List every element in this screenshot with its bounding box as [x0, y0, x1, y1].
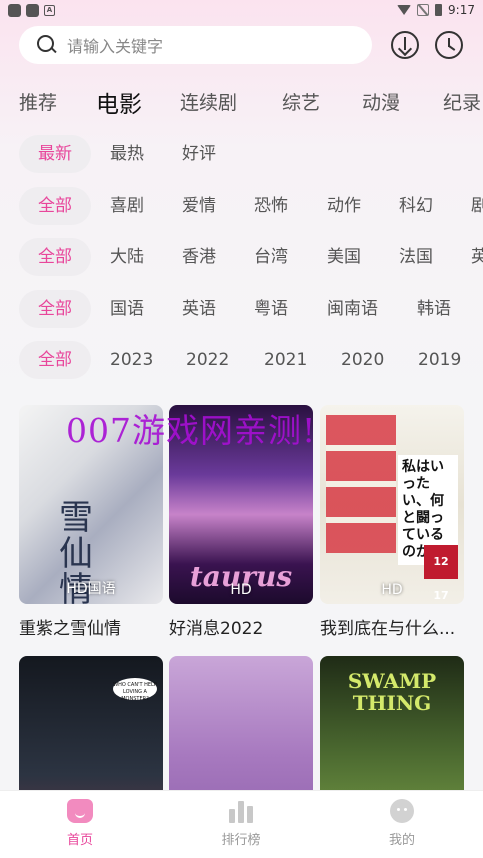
- filter-chip[interactable]: 2023: [110, 341, 153, 379]
- filter-chip[interactable]: 粤语: [254, 290, 288, 328]
- tab-movie[interactable]: 电影: [96, 85, 142, 119]
- filter-chip[interactable]: 台湾: [254, 238, 288, 276]
- filter-chip[interactable]: 恐怖: [254, 187, 288, 225]
- filter-chip-top-rated[interactable]: 好评: [182, 135, 216, 173]
- nav-profile[interactable]: 我的: [362, 799, 442, 848]
- filter-chip-language-all[interactable]: 全部: [19, 290, 91, 328]
- filter-chip[interactable]: 动作: [327, 187, 361, 225]
- filter-chip-hottest[interactable]: 最热: [110, 135, 144, 173]
- filter-chip[interactable]: 2021: [264, 341, 307, 379]
- movie-title: 我到底在与什么...: [320, 619, 456, 639]
- filter-chip[interactable]: 大陆: [110, 238, 144, 276]
- filter-chip[interactable]: 喜剧: [110, 187, 144, 225]
- search-input[interactable]: 请输入关键字: [19, 26, 372, 64]
- notification-icon: [26, 4, 39, 17]
- quality-badge: HD: [230, 582, 252, 598]
- nav-label: 排行榜: [221, 833, 261, 848]
- notification-icon: [8, 4, 21, 17]
- filter-chip[interactable]: 闽南语: [327, 290, 378, 328]
- filter-chip[interactable]: 爱情: [182, 187, 216, 225]
- filter-chip[interactable]: 香港: [182, 238, 216, 276]
- filter-chip[interactable]: 英: [471, 238, 483, 276]
- quality-badge: HD国语: [66, 581, 116, 597]
- tab-series[interactable]: 连续剧: [180, 88, 237, 115]
- filter-chip-year-all[interactable]: 全部: [19, 341, 91, 379]
- tab-variety[interactable]: 综艺: [282, 88, 320, 115]
- language-filter-row: 全部 国语 英语 粤语 闽南语 韩语: [0, 290, 483, 330]
- filter-chip[interactable]: 美国: [327, 238, 361, 276]
- filter-chip[interactable]: 2020: [341, 341, 384, 379]
- quality-badge: HD: [381, 582, 403, 598]
- history-icon[interactable]: [435, 31, 463, 59]
- poster-speech-bubble: WHO CAN'T HELP LOVING A MONSTER?: [113, 678, 157, 702]
- filter-chip[interactable]: 2019: [418, 341, 461, 379]
- home-icon: [67, 799, 93, 823]
- bottom-nav: 首页 排行榜 我的: [0, 790, 483, 858]
- battery-icon: [435, 4, 443, 16]
- filter-chip[interactable]: 韩语: [417, 290, 451, 328]
- filter-chip-genre-all[interactable]: 全部: [19, 187, 91, 225]
- region-filter-row: 全部 大陆 香港 台湾 美国 法国 英: [0, 238, 483, 278]
- search-placeholder: 请输入关键字: [67, 37, 164, 56]
- status-bar: A 9:17: [0, 0, 483, 22]
- poster-date: 12 17: [424, 545, 458, 602]
- filter-chip[interactable]: 英语: [182, 290, 216, 328]
- movie-card[interactable]: 私はいったい、何と闘っているのか 12 17 HD 我到底在与什么...: [320, 405, 464, 639]
- filter-chip[interactable]: 2022: [186, 341, 229, 379]
- poster-art: [326, 413, 396, 553]
- filter-chip[interactable]: 科幻: [399, 187, 433, 225]
- download-icon[interactable]: [391, 31, 419, 59]
- filter-chip-region-all[interactable]: 全部: [19, 238, 91, 276]
- nav-label: 我的: [388, 833, 415, 848]
- nav-label: 首页: [66, 833, 93, 848]
- nav-home[interactable]: 首页: [40, 799, 120, 848]
- filter-chip[interactable]: 国语: [110, 290, 144, 328]
- no-signal-icon: [417, 4, 430, 16]
- genre-filter-row: 全部 喜剧 爱情 恐怖 动作 科幻 剧: [0, 187, 483, 227]
- clock-time: 9:17: [448, 3, 475, 17]
- movie-poster: 私はいったい、何と闘っているのか 12 17 HD: [320, 405, 464, 604]
- search-icon: [37, 35, 57, 55]
- filter-chip[interactable]: 剧: [471, 187, 483, 225]
- ranking-icon: [228, 799, 254, 823]
- poster-title-art: SWAMP THING: [347, 669, 437, 715]
- tab-anime[interactable]: 动漫: [362, 88, 400, 115]
- nav-ranking[interactable]: 排行榜: [201, 799, 281, 848]
- category-tabs: 推荐 电影 连续剧 综艺 动漫 纪录: [0, 80, 483, 120]
- tab-recommend[interactable]: 推荐: [19, 88, 57, 115]
- sort-filter-row: 最新 最热 好评: [0, 135, 483, 175]
- tab-documentary[interactable]: 纪录: [443, 88, 481, 115]
- wifi-icon: [397, 5, 412, 15]
- app-notification-icon: A: [44, 5, 55, 16]
- movie-title: 好消息2022: [169, 619, 264, 639]
- year-filter-row: 全部 2023 2022 2021 2020 2019: [0, 341, 483, 381]
- watermark: 007游戏网亲测!: [66, 411, 317, 450]
- filter-chip-latest[interactable]: 最新: [19, 135, 91, 173]
- filter-chip[interactable]: 法国: [399, 238, 433, 276]
- movie-title: 重紫之雪仙情: [19, 619, 121, 639]
- profile-icon: [390, 799, 414, 823]
